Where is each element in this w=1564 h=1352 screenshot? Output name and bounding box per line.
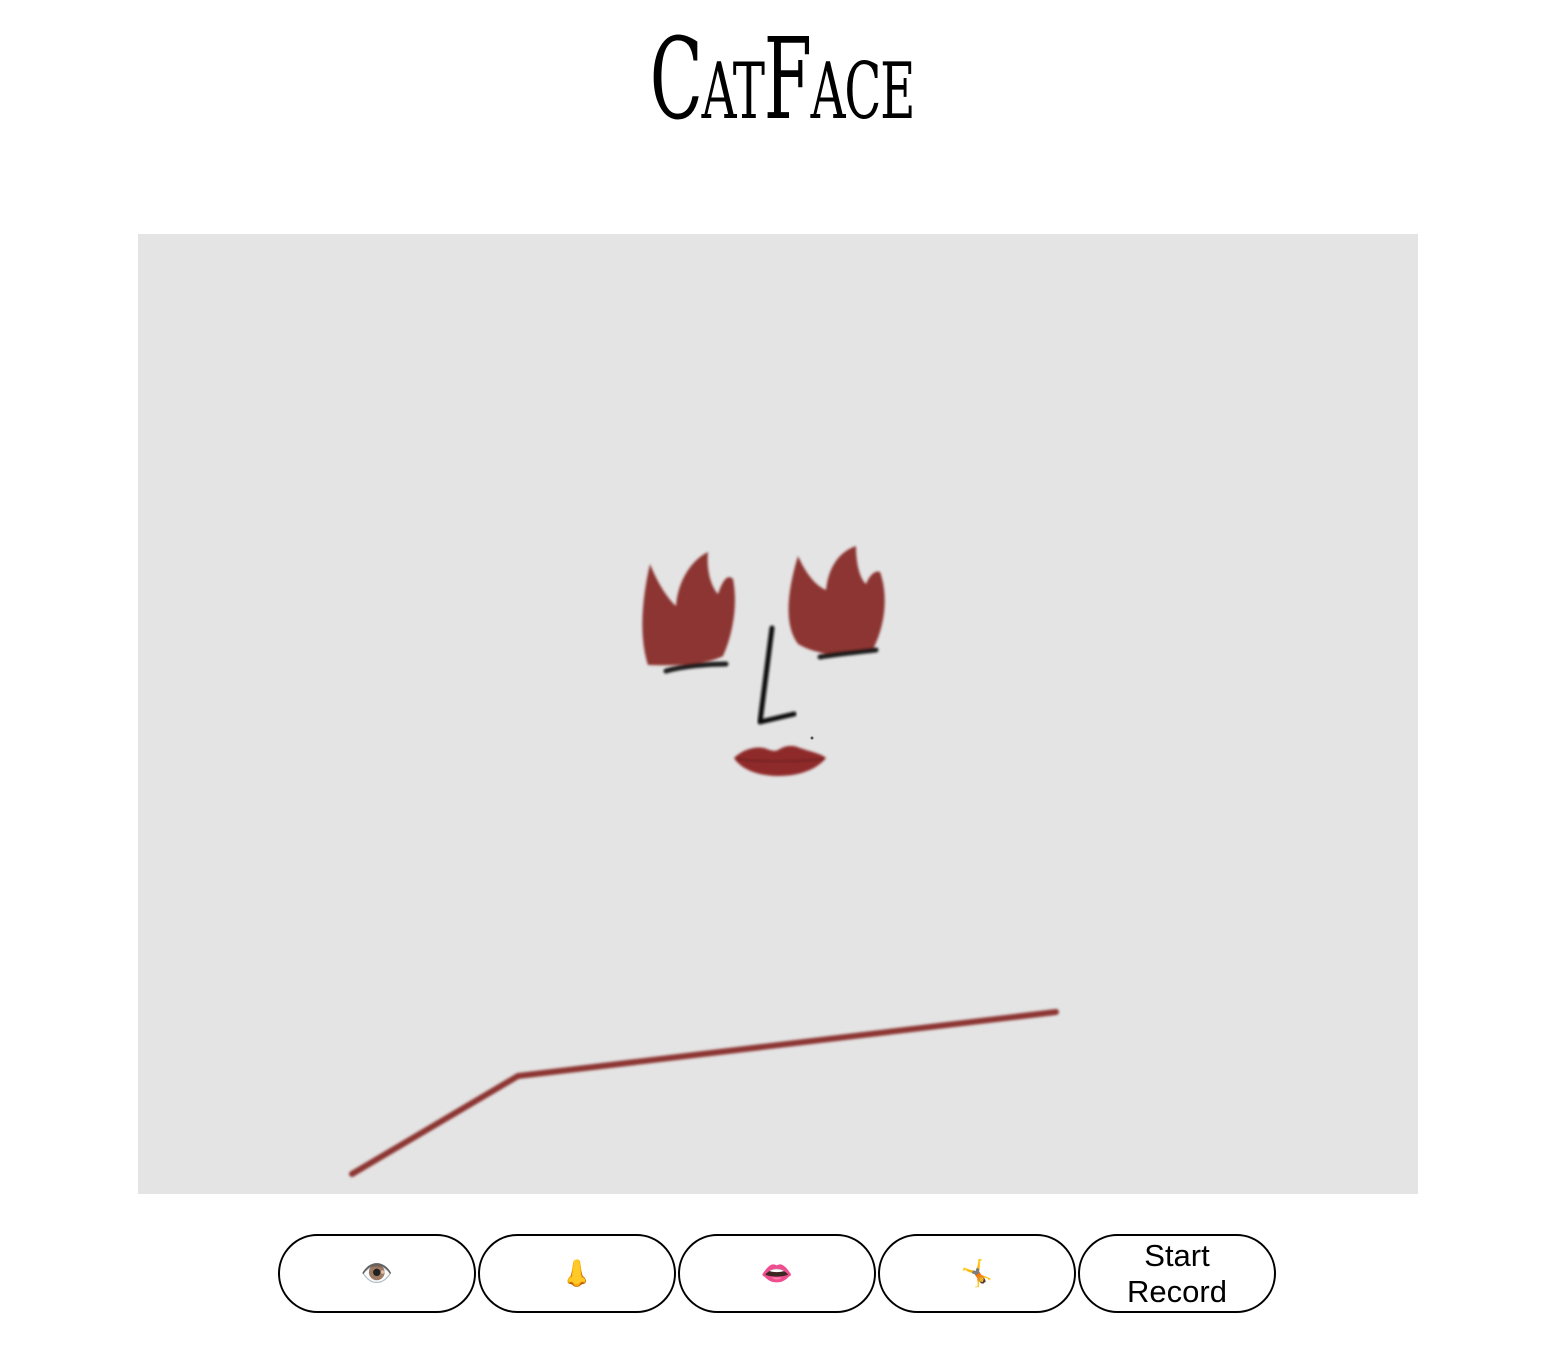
drawing-canvas[interactable]: [138, 234, 1418, 1194]
start-record-button[interactable]: Start Record: [1078, 1234, 1276, 1313]
page: CatFace 👁️ 👃 👄 🤸 Start Record: [0, 0, 1564, 1352]
face-drawing: [349, 546, 1059, 1177]
body-line: [349, 1009, 1059, 1177]
lips-icon: 👄: [760, 1258, 794, 1289]
cartwheel-button[interactable]: 🤸: [878, 1234, 1076, 1313]
control-bar: 👁️ 👃 👄 🤸 Start Record: [278, 1234, 1276, 1313]
lips-button[interactable]: 👄: [678, 1234, 876, 1313]
page-title: CatFace: [649, 15, 916, 145]
start-record-label: Start Record: [1127, 1237, 1227, 1309]
eye-button[interactable]: 👁️: [278, 1234, 476, 1313]
cartwheel-icon: 🤸: [960, 1258, 994, 1289]
nose-button[interactable]: 👃: [478, 1234, 676, 1313]
left-eye-shape: [642, 552, 735, 674]
lips-shape: [734, 745, 826, 776]
nose-icon: 👃: [560, 1258, 594, 1289]
eye-icon: 👁️: [360, 1258, 394, 1289]
nose-shape: [757, 625, 797, 725]
nose-dot: [810, 736, 814, 740]
right-eye-shape: [788, 546, 885, 660]
